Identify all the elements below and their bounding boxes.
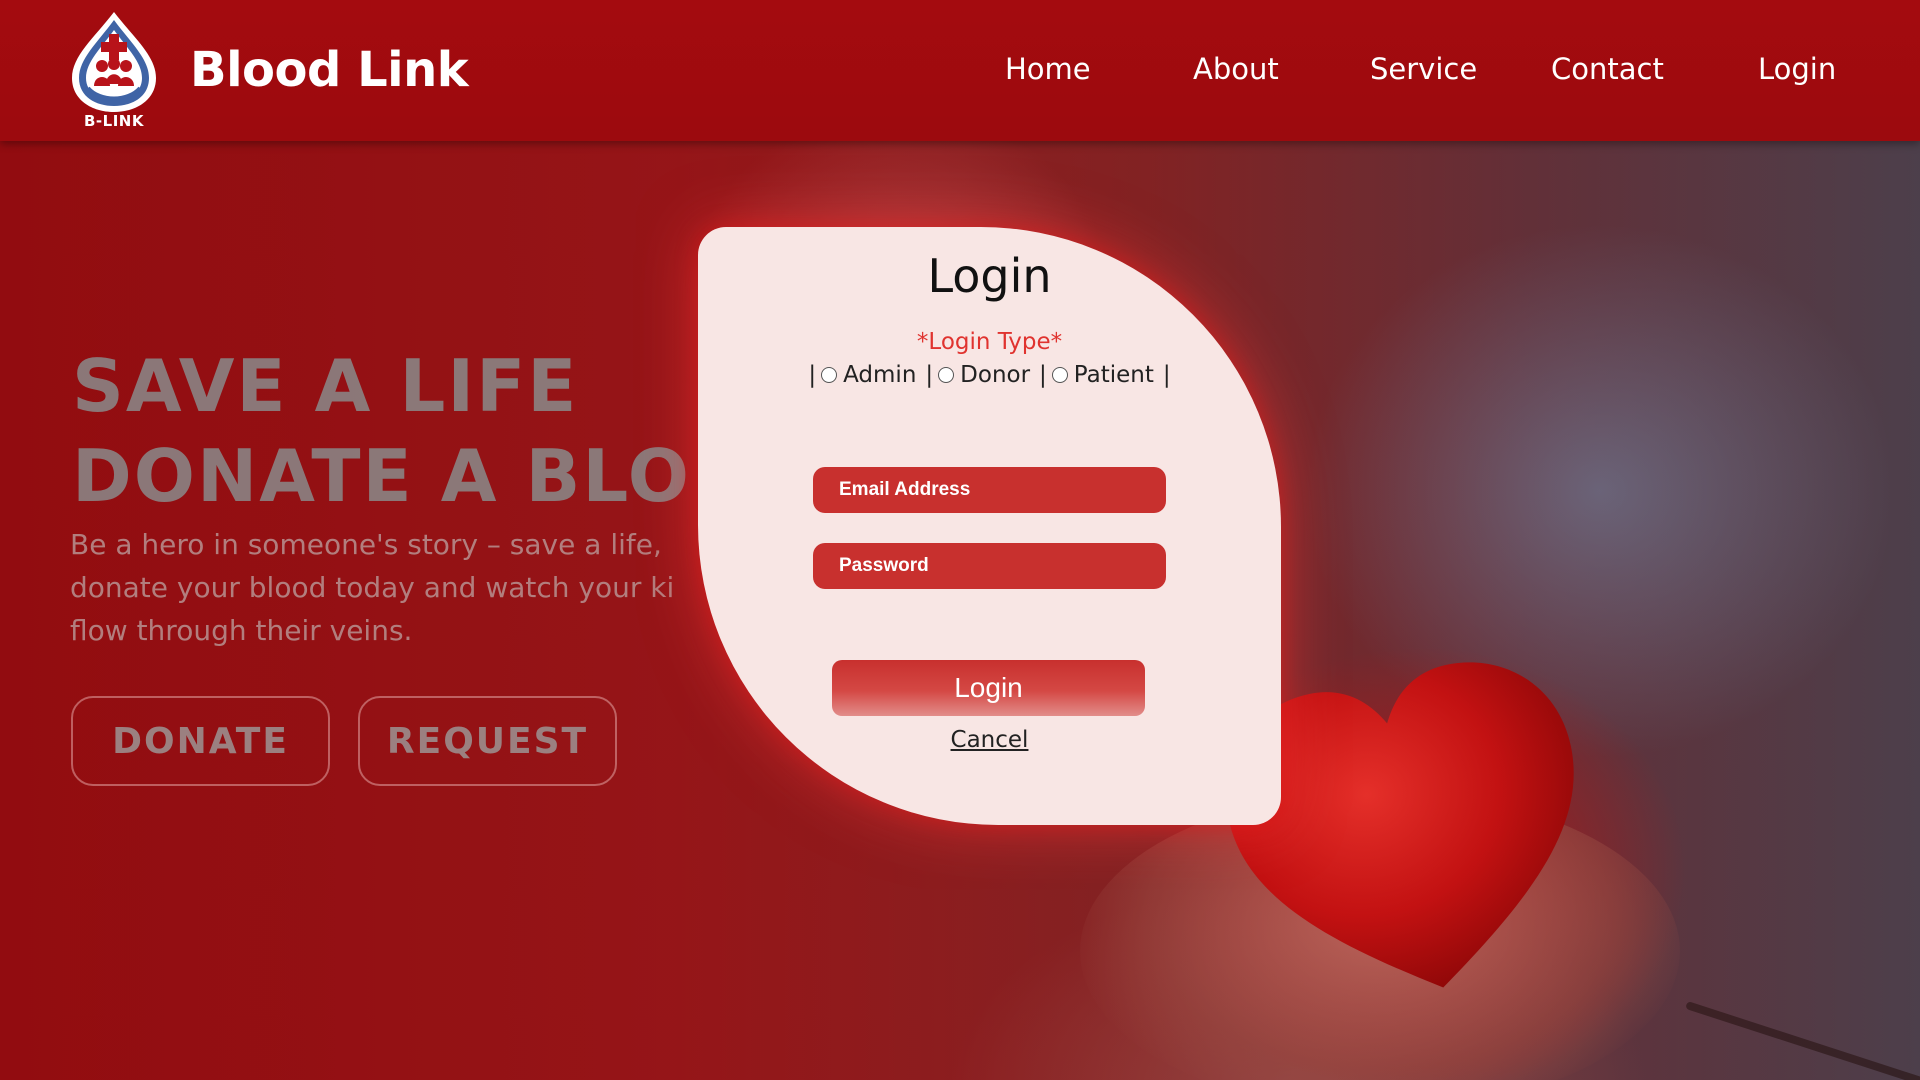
separator: | — [1162, 362, 1171, 388]
main-nav: Home About Service Contact Login — [0, 52, 1920, 92]
password-field[interactable] — [813, 543, 1166, 589]
hero-title-line-2: DONATE A BLO — [72, 434, 691, 518]
login-modal: Login *Login Type* | Admin | Donor | Pat… — [698, 227, 1281, 825]
hero-title: SAVE A LIFE DONATE A BLO — [72, 341, 691, 521]
nav-login[interactable]: Login — [1758, 52, 1836, 86]
radio-admin[interactable] — [821, 367, 838, 383]
login-submit-button[interactable]: Login — [832, 660, 1145, 716]
separator: | — [1039, 362, 1047, 388]
nav-home[interactable]: Home — [1005, 52, 1091, 86]
hero-text-line-1: Be a hero in someone's story – save a li… — [70, 528, 662, 561]
hero-title-line-1: SAVE A LIFE — [72, 344, 579, 428]
email-field[interactable] — [813, 467, 1166, 513]
radio-donor[interactable] — [938, 367, 955, 383]
hero-description: Be a hero in someone's story – save a li… — [70, 523, 790, 652]
hero-text-line-3: flow through their veins. — [70, 614, 413, 647]
login-type-label: *Login Type* — [916, 329, 1063, 355]
radio-admin-label[interactable]: Admin — [843, 362, 916, 388]
radio-patient-label[interactable]: Patient — [1074, 362, 1154, 388]
login-type-options: | Admin | Donor | Patient | — [698, 362, 1281, 388]
login-title: Login — [927, 249, 1052, 303]
separator: | — [808, 362, 817, 388]
site-header: B-LINK Blood Link Home About Service Con… — [0, 0, 1920, 141]
separator: | — [925, 362, 934, 388]
nav-service[interactable]: Service — [1370, 52, 1477, 86]
cancel-link[interactable]: Cancel — [698, 727, 1281, 753]
request-button[interactable]: REQUEST — [358, 696, 617, 786]
nav-contact[interactable]: Contact — [1551, 52, 1664, 86]
logo-text: B-LINK — [84, 112, 144, 130]
hero-text-line-2: donate your blood today and watch your k… — [70, 571, 675, 604]
nav-about[interactable]: About — [1193, 52, 1279, 86]
donate-button[interactable]: DONATE — [71, 696, 330, 786]
radio-patient[interactable] — [1051, 367, 1068, 383]
radio-donor-label[interactable]: Donor — [960, 362, 1030, 388]
